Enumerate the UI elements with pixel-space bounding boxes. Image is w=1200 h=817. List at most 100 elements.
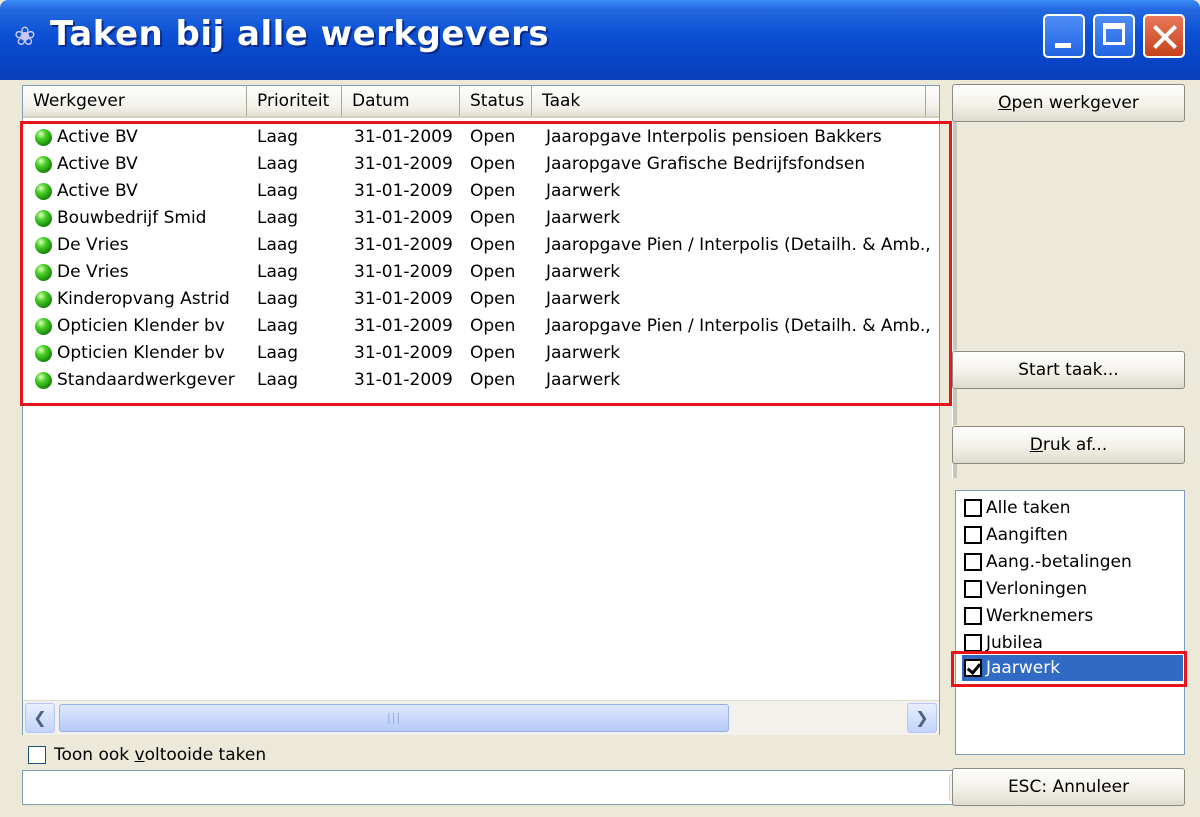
start-taak-button[interactable]: Start taak... [952,351,1185,389]
green-status-dot-icon [35,291,52,308]
checkbox-icon[interactable] [964,526,982,544]
cell-werkgever: Opticien Klender bv [57,343,225,363]
cell-werkgever: Bouwbedrijf Smid [57,208,207,228]
open-werkgever-button[interactable]: Open werkgever [952,84,1185,122]
cell-prioriteit: Laag [257,181,299,201]
scroll-left-button[interactable]: ❮ [25,703,55,733]
maximize-button[interactable] [1093,14,1135,58]
green-status-dot-icon [35,129,52,146]
checkbox-icon[interactable] [28,746,46,764]
filter-verloningen[interactable]: Verloningen [964,576,1087,602]
cell-status: Open [470,370,516,390]
cell-taak: Jaarwerk [546,289,621,309]
cell-datum: 31-01-2009 [354,289,453,309]
checkbox-icon[interactable] [964,499,982,517]
cell-taak: Jaaropgave Pien / Interpolis (Detailh. &… [546,316,931,336]
table-row[interactable]: Standaardwerkgever Laag 31-01-2009 Open … [23,367,939,394]
app-logo-icon: ❀ [14,22,36,52]
cell-werkgever: Kinderopvang Astrid [57,289,230,309]
table-row[interactable]: Opticien Klender bv Laag 31-01-2009 Open… [23,340,939,367]
filter-jubilea[interactable]: Jubilea [964,630,1043,656]
cell-taak: Jaarwerk [546,208,621,228]
chevron-right-icon: ❯ [915,708,929,727]
checkbox-icon[interactable] [964,607,982,625]
cell-datum: 31-01-2009 [354,154,453,174]
cell-werkgever: Standaardwerkgever [57,370,235,390]
green-status-dot-icon [35,264,52,281]
cell-datum: 31-01-2009 [354,181,453,201]
close-button[interactable] [1143,14,1185,58]
scroll-right-button[interactable]: ❯ [907,703,937,733]
task-list[interactable]: Werkgever Prioriteit Datum Status Taak A… [22,85,940,735]
column-header-prioriteit[interactable]: Prioriteit [247,86,342,116]
horizontal-scrollbar[interactable]: ❮ ||| ❯ [23,700,939,735]
cell-taak: Jaaropgave Pien / Interpolis (Detailh. &… [546,235,931,255]
table-row[interactable]: Active BV Laag 31-01-2009 Open Jaarwerk [23,178,939,205]
cell-status: Open [470,181,516,201]
cell-prioriteit: Laag [257,127,299,147]
column-header-taak[interactable]: Taak [532,86,926,116]
table-row[interactable]: Bouwbedrijf Smid Laag 31-01-2009 Open Ja… [23,205,939,232]
cell-prioriteit: Laag [257,262,299,282]
table-row[interactable]: Opticien Klender bv Laag 31-01-2009 Open… [23,313,939,340]
table-row[interactable]: Active BV Laag 31-01-2009 Open Jaaropgav… [23,151,939,178]
show-completed-checkbox[interactable]: Toon ook v oltooide taken [28,745,266,765]
cell-werkgever: De Vries [57,262,129,282]
filter-aangiften[interactable]: Aangiften [964,522,1068,548]
druk-af-button[interactable]: Druk af... [952,426,1185,464]
button-separator [952,464,957,478]
cell-status: Open [470,262,516,282]
column-header-status[interactable]: Status [460,86,532,116]
green-status-dot-icon [35,372,52,389]
filter-alle-taken[interactable]: Alle taken [964,495,1071,521]
cell-taak: Jaaropgave Interpolis pensioen Bakkers [546,127,882,147]
bottom-combo-box[interactable]: ∨ [22,770,979,805]
cell-taak: Jaaropgave Grafische Bedrijfsfondsen [546,154,866,174]
cell-prioriteit: Laag [257,208,299,228]
cell-prioriteit: Laag [257,154,299,174]
table-row[interactable]: Active BV Laag 31-01-2009 Open Jaaropgav… [23,124,939,151]
checkbox-icon[interactable] [964,553,982,571]
cell-status: Open [470,289,516,309]
cell-werkgever: Active BV [57,181,138,201]
cell-datum: 31-01-2009 [354,370,453,390]
annuleer-button[interactable]: ESC: Annuleer [952,768,1185,806]
table-row[interactable]: Kinderopvang Astrid Laag 31-01-2009 Open… [23,286,939,313]
green-status-dot-icon [35,156,52,173]
cell-status: Open [470,208,516,228]
cell-datum: 31-01-2009 [354,343,453,363]
cell-status: Open [470,127,516,147]
filter-jaarwerk[interactable]: Jaarwerk [962,655,1183,681]
green-status-dot-icon [35,318,52,335]
cell-taak: Jaarwerk [546,343,621,363]
table-row[interactable]: De Vries Laag 31-01-2009 Open Jaaropgave… [23,232,939,259]
button-separator [952,122,957,350]
cell-werkgever: Active BV [57,127,138,147]
checkbox-checked-icon[interactable] [964,659,982,677]
title-bar[interactable]: ❀ Taken bij alle werkgevers [0,0,1200,80]
button-separator [952,389,957,425]
window-title: Taken bij alle werkgevers [50,14,550,54]
filter-werknemers[interactable]: Werknemers [964,603,1093,629]
cell-status: Open [470,154,516,174]
checkbox-icon[interactable] [964,634,982,652]
checkbox-icon[interactable] [964,580,982,598]
filter-aang-betalingen[interactable]: Aang.-betalingen [964,549,1132,575]
table-row[interactable]: De Vries Laag 31-01-2009 Open Jaarwerk [23,259,939,286]
scrollbar-thumb[interactable]: ||| [59,704,729,732]
column-header-werkgever[interactable]: Werkgever [23,86,247,116]
column-header-datum[interactable]: Datum [342,86,460,116]
cell-taak: Jaarwerk [546,262,621,282]
cell-datum: 31-01-2009 [354,235,453,255]
cell-datum: 31-01-2009 [354,262,453,282]
cell-werkgever: De Vries [57,235,129,255]
chevron-left-icon: ❮ [33,708,47,727]
cell-status: Open [470,235,516,255]
green-status-dot-icon [35,210,52,227]
cell-status: Open [470,316,516,336]
cell-prioriteit: Laag [257,289,299,309]
minimize-button[interactable] [1043,14,1085,58]
task-filter-list[interactable]: Alle taken Aangiften Aang.-betalingen Ve… [955,490,1185,755]
green-status-dot-icon [35,183,52,200]
cell-werkgever: Opticien Klender bv [57,316,225,336]
